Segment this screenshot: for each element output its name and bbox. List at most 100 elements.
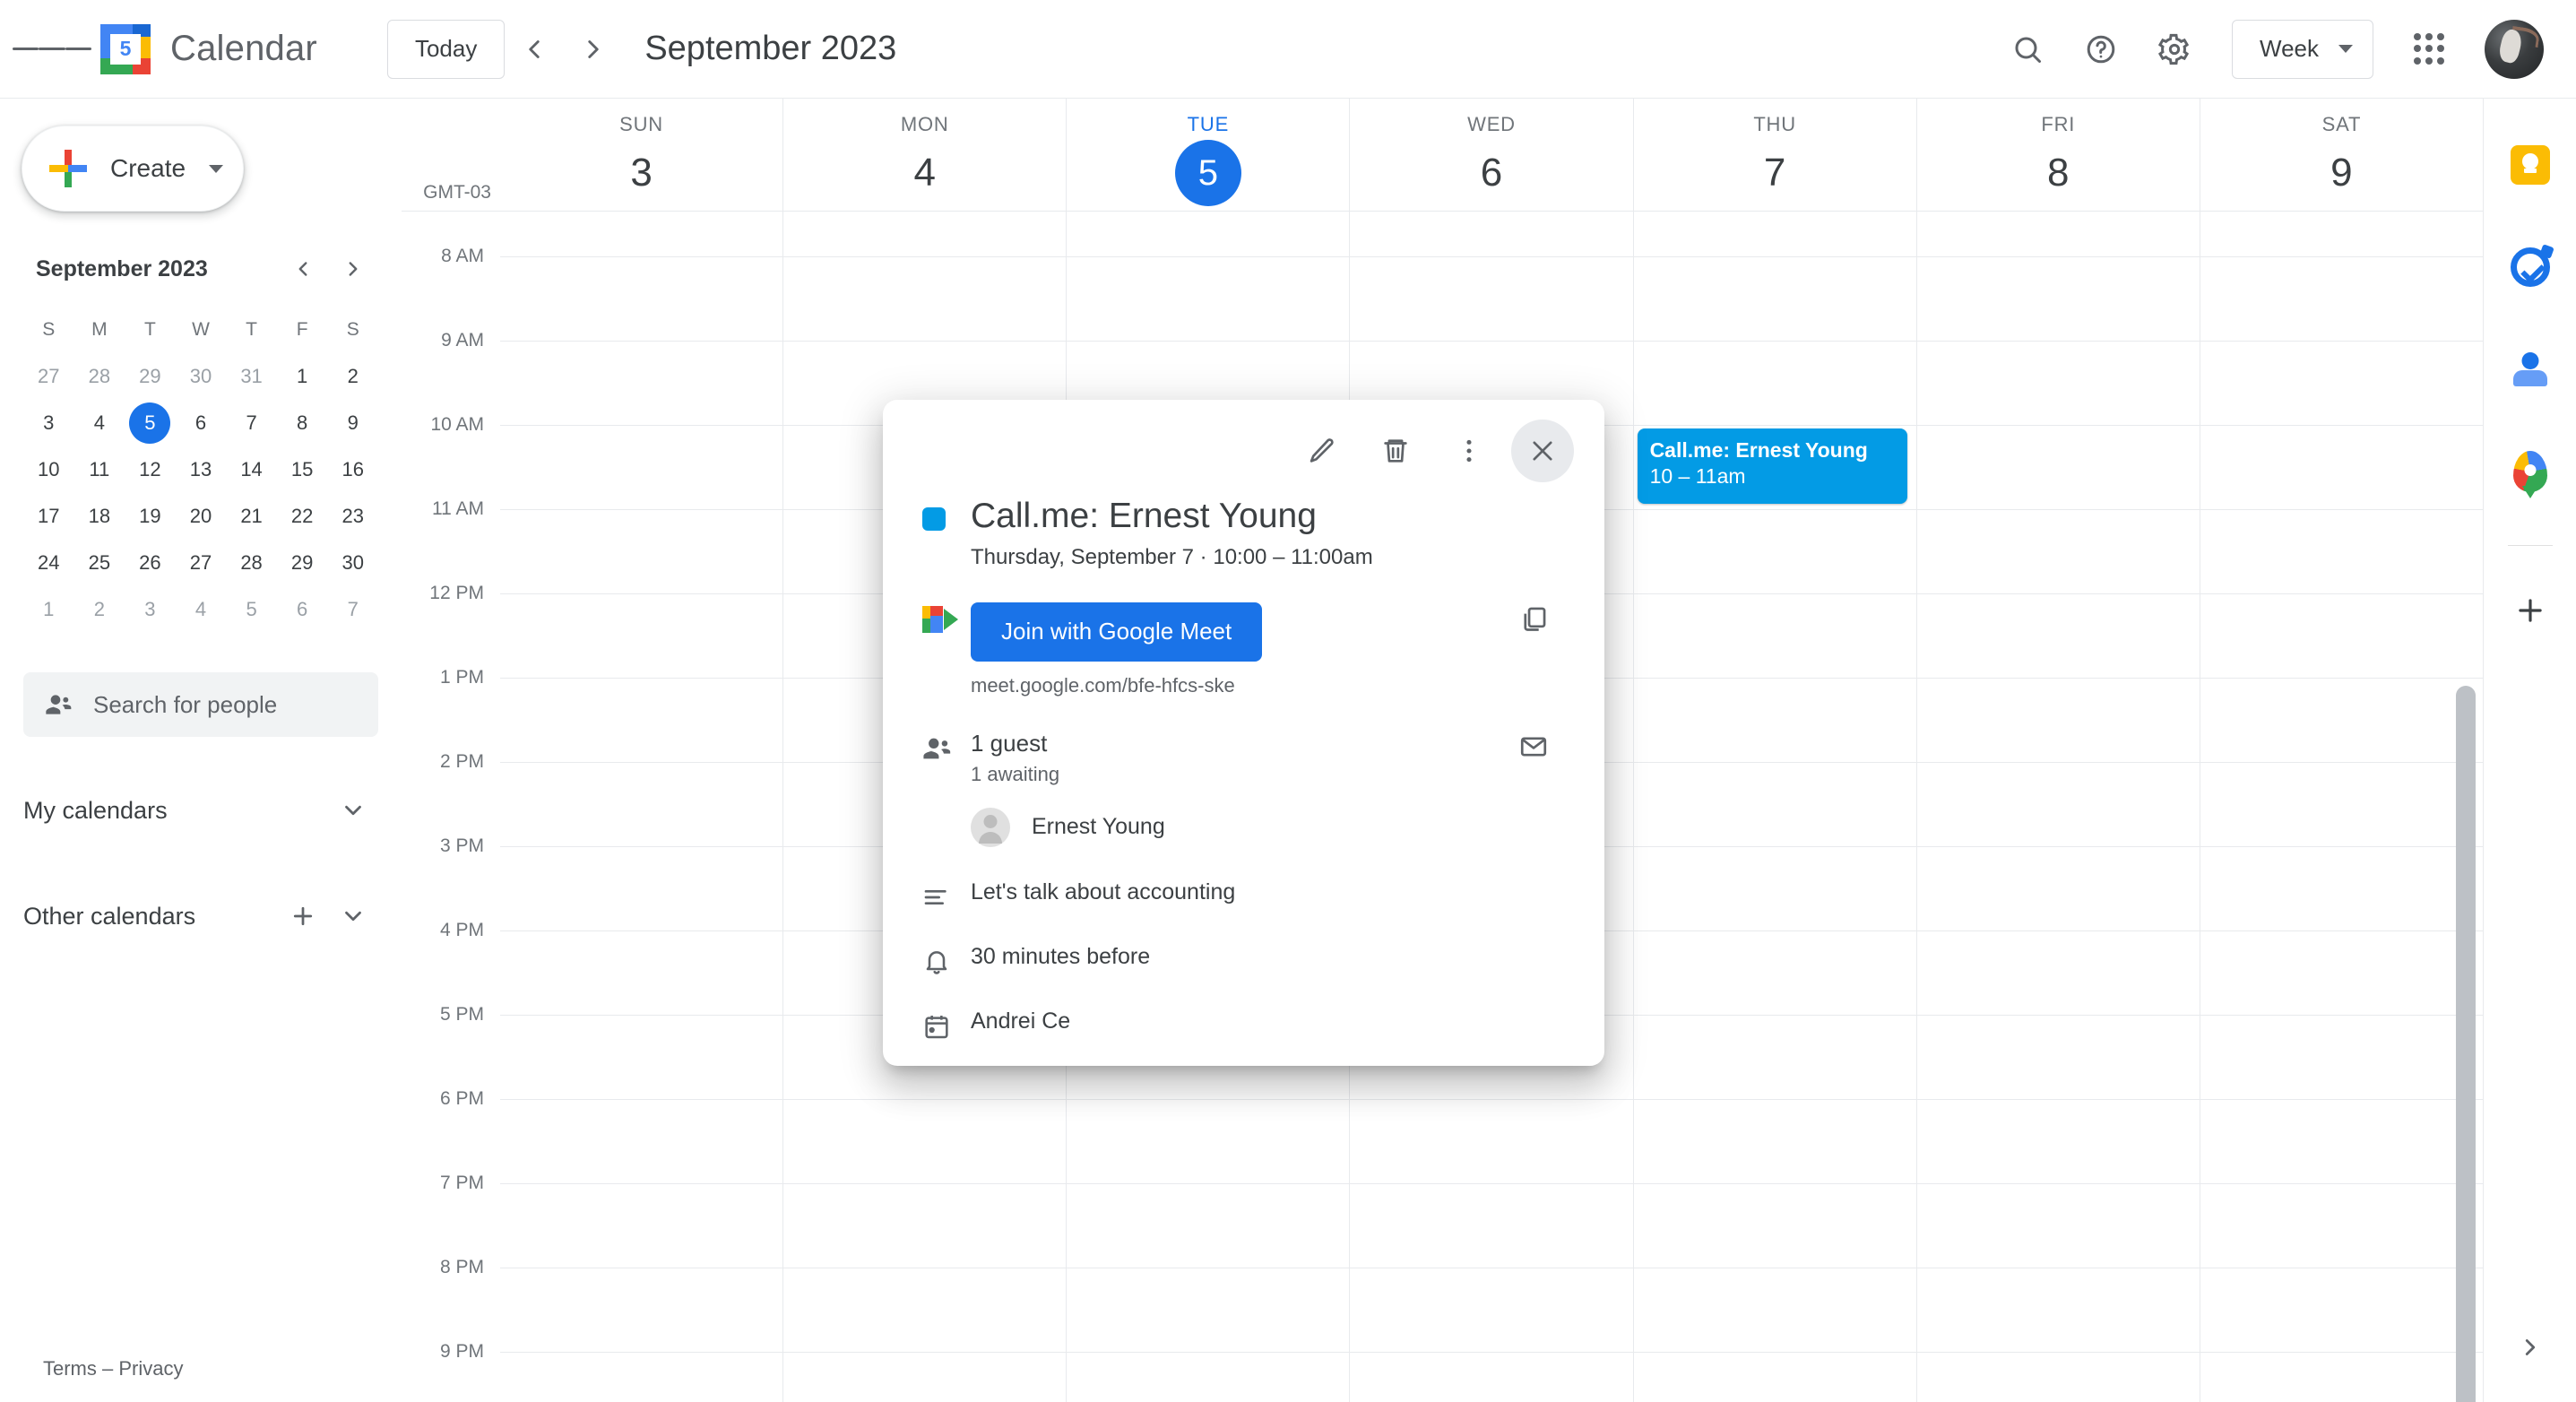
mini-calendar-day[interactable]: 14 [226,446,277,493]
mini-calendar-day[interactable]: 18 [74,493,125,540]
mini-calendar-day[interactable]: 4 [176,586,227,633]
mini-calendar-day[interactable]: 30 [327,540,378,586]
mini-calendar-day[interactable]: 11 [74,446,125,493]
mini-calendar-day[interactable]: 27 [176,540,227,586]
mini-calendar-day[interactable]: 9 [327,400,378,446]
hour-gridline [500,1352,2483,1353]
my-calendars-section[interactable]: My calendars [23,778,378,843]
guest-list-item[interactable]: Ernest Young [971,807,1502,847]
join-google-meet-button[interactable]: Join with Google Meet [971,601,1263,662]
copy-meet-link-icon[interactable] [1502,602,1565,635]
google-tasks-icon[interactable] [2496,233,2564,301]
search-icon[interactable] [1993,15,2062,83]
mini-calendar-day[interactable]: 20 [176,493,227,540]
edit-event-pencil-icon[interactable] [1291,420,1353,482]
mini-calendar-day[interactable]: 28 [226,540,277,586]
today-button[interactable]: Today [386,19,506,79]
previous-period-button[interactable] [505,20,564,79]
view-selector[interactable]: Week [2232,19,2373,79]
mini-calendar-day-number: 29 [139,365,161,387]
brand[interactable]: 5 Calendar [100,23,317,74]
mini-calendar-day[interactable]: 7 [226,400,277,446]
time-label: 12 PM [429,583,484,603]
mini-calendar-day[interactable]: 29 [125,353,176,400]
mini-calendar-day[interactable]: 15 [277,446,328,493]
mini-calendar-day[interactable]: 3 [23,400,74,446]
mini-calendar-day[interactable]: 23 [327,493,378,540]
mini-calendar-day[interactable]: 1 [23,586,74,633]
day-header-wed[interactable]: WED 6 [1349,99,1632,211]
day-column-sat[interactable] [2199,212,2483,1402]
mini-calendar-day[interactable]: 3 [125,586,176,633]
mini-calendar-day[interactable]: 19 [125,493,176,540]
mini-calendar-day[interactable]: 27 [23,353,74,400]
mini-calendar-day[interactable]: 31 [226,353,277,400]
day-column-thu[interactable]: Call.me: Ernest Young 10 – 11am [1632,212,1916,1402]
google-calendar-app: 5 Calendar Today September 2023 Week Cre… [0,0,2576,1402]
mini-calendar-day[interactable]: 1 [277,353,328,400]
mini-calendar-day[interactable]: 7 [327,586,378,633]
mini-calendar-day[interactable]: 17 [23,493,74,540]
other-calendars-label: Other calendars [23,902,196,930]
mini-calendar-day[interactable]: 28 [74,353,125,400]
mini-calendar-day[interactable]: 21 [226,493,277,540]
other-calendars-chevron-down-icon[interactable] [328,891,378,941]
mini-calendar-day[interactable]: 2 [74,586,125,633]
mini-calendar-day[interactable]: 5 [125,400,176,446]
mini-calendar-day[interactable]: 26 [125,540,176,586]
mini-calendar-day[interactable]: 6 [176,400,227,446]
google-contacts-icon[interactable] [2496,335,2564,403]
mini-calendar-day[interactable]: 10 [23,446,74,493]
mini-calendar-day[interactable]: 25 [74,540,125,586]
close-popup-icon[interactable] [1511,420,1574,482]
google-keep-icon[interactable] [2496,131,2564,199]
sidebar: Create September 2023 S M T W T F S 27 28 29 30 31 1… [0,99,402,1402]
mini-calendar-day[interactable]: 2 [327,353,378,400]
day-column-sun[interactable] [500,212,782,1402]
add-other-calendar-plus-icon[interactable] [278,891,328,941]
meet-url[interactable]: meet.google.com/bfe-hfcs-ske [971,674,1502,697]
mini-calendar-next-button[interactable] [328,244,378,294]
mini-calendar-day[interactable]: 16 [327,446,378,493]
vertical-scrollbar[interactable] [2456,686,2476,1402]
mini-calendar-day[interactable]: 12 [125,446,176,493]
email-guests-icon[interactable] [1502,730,1565,762]
day-header-tue[interactable]: TUE 5 [1066,99,1349,211]
mini-calendar-day[interactable]: 8 [277,400,328,446]
delete-event-trash-icon[interactable] [1364,420,1427,482]
create-button[interactable]: Create [22,125,244,212]
day-column-fri[interactable] [1915,212,2200,1402]
mini-calendar-day[interactable]: 29 [277,540,328,586]
popup-body: Call.me: Ernest Young Thursday, Septembe… [883,482,1604,1041]
day-header-thu[interactable]: THU 7 [1632,99,1916,211]
google-maps-icon[interactable] [2496,437,2564,506]
day-header-sun[interactable]: SUN 3 [500,99,782,211]
mini-calendar-day-number: 18 [88,505,111,527]
next-period-button[interactable] [564,20,623,79]
expand-panel-chevron-right-icon[interactable] [2499,1316,2562,1379]
day-header-sat[interactable]: SAT 9 [2199,99,2483,211]
more-options-icon[interactable] [1438,420,1500,482]
mini-calendar-day[interactable]: 13 [176,446,227,493]
mini-calendar-day[interactable]: 6 [277,586,328,633]
mini-calendar-day[interactable]: 24 [23,540,74,586]
avatar[interactable] [2485,19,2544,79]
calendar-event-chip[interactable]: Call.me: Ernest Young 10 – 11am [1637,428,1907,504]
mini-calendar-day[interactable]: 30 [176,353,227,400]
mini-calendar-day[interactable]: 5 [226,586,277,633]
other-calendars-section[interactable]: Other calendars [23,884,378,948]
day-header-fri[interactable]: FRI 8 [1915,99,2200,211]
guests-row: 1 guest 1 awaiting Ernest Young [922,730,1565,847]
mini-calendar-day[interactable]: 22 [277,493,328,540]
footer-links[interactable]: Terms – Privacy [43,1357,183,1380]
day-header-mon[interactable]: MON 4 [782,99,1066,211]
add-app-plus-icon[interactable] [2496,576,2564,645]
apps-grid-icon[interactable] [2395,15,2463,83]
mini-calendar-prev-button[interactable] [278,244,328,294]
main-menu-icon[interactable] [13,43,91,55]
gear-icon[interactable] [2140,15,2209,83]
search-people-input[interactable]: Search for people [23,672,378,737]
help-icon[interactable] [2067,15,2135,83]
my-calendars-chevron-down-icon[interactable] [328,785,378,835]
mini-calendar-day[interactable]: 4 [74,400,125,446]
